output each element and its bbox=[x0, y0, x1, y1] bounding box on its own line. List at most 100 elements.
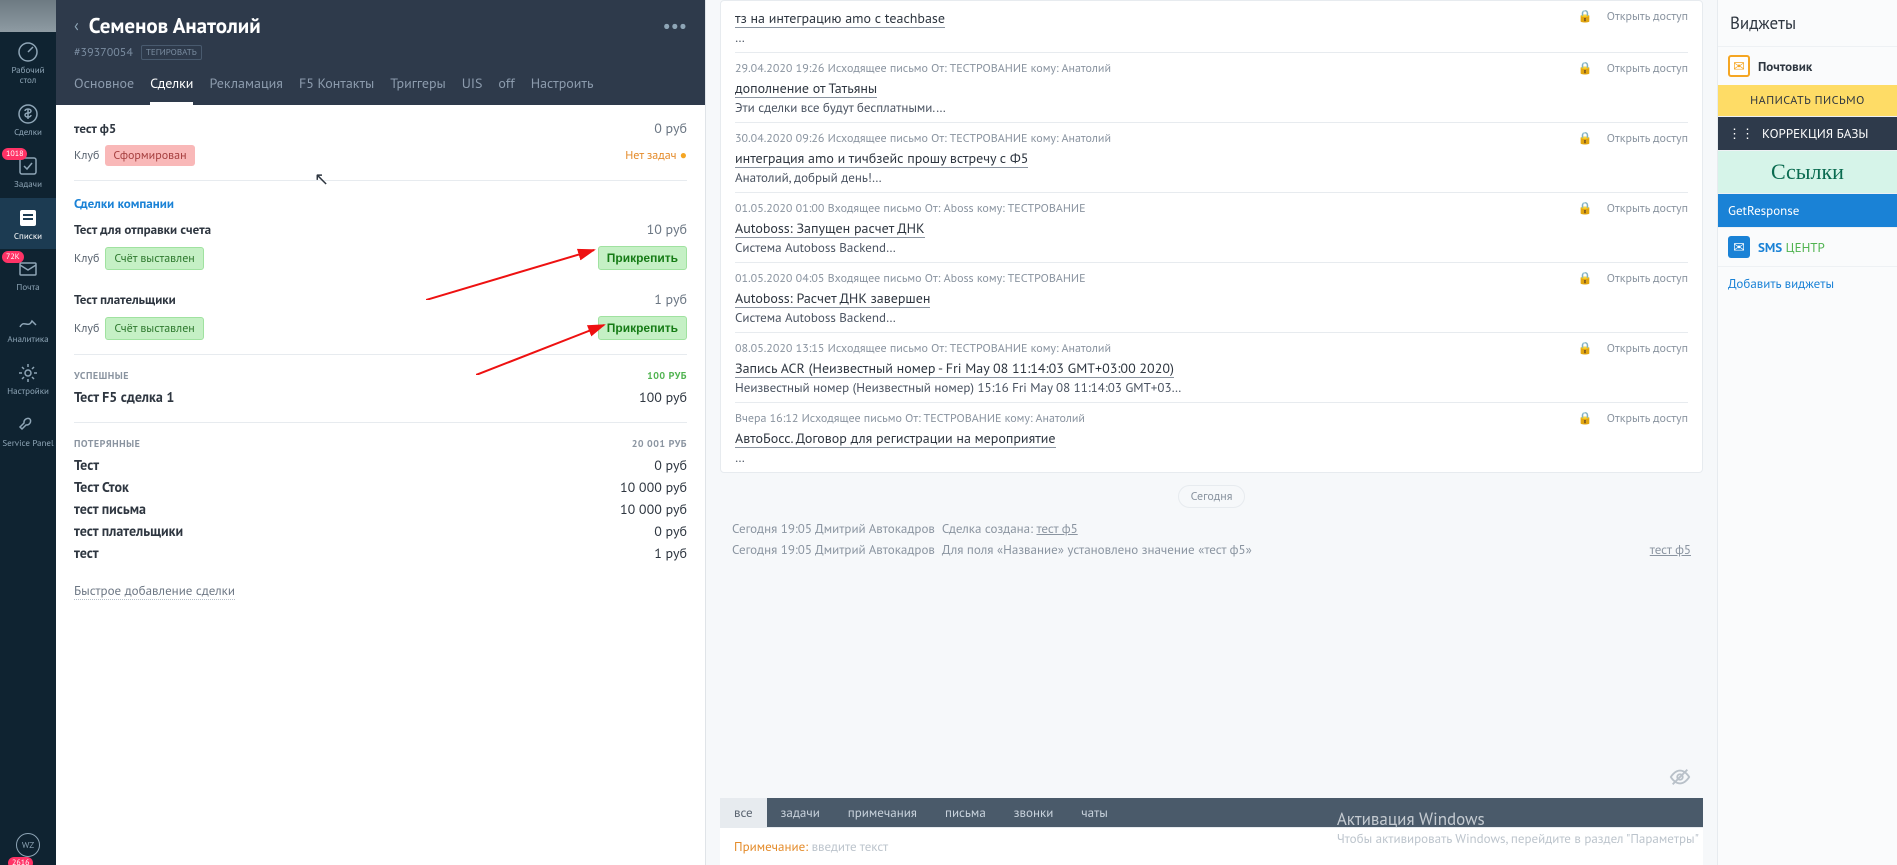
feed-body: … bbox=[735, 449, 1564, 466]
nav-wz[interactable]: 2616 WZ bbox=[0, 825, 56, 865]
feed-item[interactable]: тз на интеграцию amo с teachbase … 🔒 Отк… bbox=[735, 1, 1688, 52]
write-letter-button[interactable]: НАПИСАТЬ ПИСЬМО bbox=[1718, 85, 1897, 116]
deal-name[interactable]: Тест F5 сделка 1 bbox=[74, 388, 174, 406]
nav-label: Сделки bbox=[14, 128, 42, 138]
feed-item[interactable]: 01.05.2020 01:00 Входящее письмо От: Abo… bbox=[735, 192, 1688, 262]
feed-body: Анатолий, добрый день!… bbox=[735, 169, 1564, 186]
notes-tab-all[interactable]: все bbox=[720, 798, 767, 827]
company-deal-amount: 10 руб bbox=[647, 220, 687, 238]
tab-triggers[interactable]: Триггеры bbox=[390, 74, 445, 105]
feed-subject[interactable]: Autoboss: Запущен расчет ДНК bbox=[735, 219, 925, 238]
tag-button[interactable]: ТЕГИРОВАТЬ bbox=[141, 45, 202, 60]
tab-main[interactable]: Основное bbox=[74, 74, 134, 105]
tab-uis[interactable]: UIS bbox=[462, 74, 483, 105]
log-row: Сегодня 19:05 Дмитрий Автокадров Сделка … bbox=[706, 518, 1717, 539]
feed-meta: 08.05.2020 13:15 Исходящее письмо От: ТЕ… bbox=[735, 341, 1564, 356]
open-access[interactable]: Открыть доступ bbox=[1607, 61, 1688, 116]
feed-subject[interactable]: Autoboss: Расчет ДНК завершен bbox=[735, 289, 930, 308]
deal-name[interactable]: тест bbox=[74, 544, 99, 562]
widget-links[interactable]: Ссылки bbox=[1718, 150, 1897, 193]
nav-desktop[interactable]: Рабочий стол bbox=[0, 32, 56, 94]
deal-name[interactable]: Тест bbox=[74, 456, 99, 474]
feed-column: тз на интеграцию amo с teachbase … 🔒 Отк… bbox=[705, 0, 1717, 865]
open-access[interactable]: Открыть доступ bbox=[1607, 9, 1688, 46]
avatar[interactable] bbox=[0, 0, 56, 32]
nav-label: Задачи bbox=[14, 180, 42, 190]
widget-getresponse[interactable]: GetResponse bbox=[1718, 193, 1897, 227]
deal-amount: 10 000 руб bbox=[620, 500, 687, 518]
deal-name[interactable]: Тест Сток bbox=[74, 478, 129, 496]
visibility-toggle[interactable] bbox=[706, 766, 1717, 798]
deal-amount: 0 руб bbox=[654, 456, 687, 474]
nav-tasks[interactable]: 1018 Задачи bbox=[0, 146, 56, 198]
attach-button[interactable]: Прикрепить bbox=[598, 246, 687, 270]
add-widget-button[interactable]: Добавить виджеты bbox=[1718, 266, 1897, 300]
tab-deals[interactable]: Сделки bbox=[150, 74, 193, 105]
notes-tab-chats[interactable]: чаты bbox=[1067, 798, 1122, 827]
feed-item[interactable]: 08.05.2020 13:15 Исходящее письмо От: ТЕ… bbox=[735, 332, 1688, 402]
nav-mail[interactable]: 72К Почта bbox=[0, 249, 56, 301]
feed-body: Система Autoboss Backend… bbox=[735, 239, 1564, 256]
widget-mail[interactable]: ✉ Почтовик bbox=[1718, 46, 1897, 85]
deal-name[interactable]: тест письма bbox=[74, 500, 146, 518]
badge: 1018 bbox=[2, 148, 27, 160]
notes-tab-tasks[interactable]: задачи bbox=[767, 798, 834, 827]
lock-icon: 🔒 bbox=[1578, 9, 1593, 46]
nav-analytics[interactable]: Аналитика bbox=[0, 301, 56, 353]
nav-lists[interactable]: Списки bbox=[0, 198, 56, 250]
feed-meta: 01.05.2020 01:00 Входящее письмо От: Abo… bbox=[735, 201, 1564, 216]
lead-body: тест ф5 0 руб Клуб Сформирован Нет задач… bbox=[56, 105, 705, 865]
open-access[interactable]: Открыть доступ bbox=[1607, 271, 1688, 326]
log-row: Сегодня 19:05 Дмитрий Автокадров Для пол… bbox=[706, 539, 1717, 560]
log-link[interactable]: тест ф5 bbox=[1650, 541, 1691, 558]
sms-icon: ✉ bbox=[1728, 236, 1750, 258]
nav-settings[interactable]: Настройки bbox=[0, 353, 56, 405]
notes-tab-notes[interactable]: примечания bbox=[834, 798, 931, 827]
feed-item[interactable]: Вчера 16:12 Исходящее письмо От: ТЕСТРОВ… bbox=[735, 402, 1688, 472]
feed-subject[interactable]: АвтоБосс. Договор для регистрации на мер… bbox=[735, 429, 1056, 448]
main-deal-name[interactable]: тест ф5 bbox=[74, 120, 116, 137]
open-access[interactable]: Открыть доступ bbox=[1607, 201, 1688, 256]
nav-label: Настройки bbox=[7, 387, 49, 397]
lead-header: ‹ Семенов Анатолий ••• #39370054 ТЕГИРОВ… bbox=[56, 0, 705, 105]
open-access[interactable]: Открыть доступ bbox=[1607, 131, 1688, 186]
feed-meta: 29.04.2020 19:26 Исходящее письмо От: ТЕ… bbox=[735, 61, 1564, 76]
tab-reclaim[interactable]: Рекламация bbox=[209, 74, 282, 105]
deal-name[interactable]: тест плательщики bbox=[74, 522, 183, 540]
log-link[interactable]: тест ф5 bbox=[1036, 520, 1077, 537]
open-access[interactable]: Открыть доступ bbox=[1607, 341, 1688, 396]
lock-icon: 🔒 bbox=[1578, 271, 1593, 326]
nav-deals[interactable]: Сделки bbox=[0, 94, 56, 146]
feed-item[interactable]: 01.05.2020 04:05 Входящее письмо От: Abo… bbox=[735, 262, 1688, 332]
attach-button[interactable]: Прикрепить bbox=[598, 316, 687, 340]
company-deal-name[interactable]: Тест для отправки счета bbox=[74, 221, 211, 238]
open-access[interactable]: Открыть доступ bbox=[1607, 411, 1688, 466]
tab-off[interactable]: off bbox=[498, 74, 514, 105]
nav-service-panel[interactable]: Service Panel bbox=[0, 405, 56, 457]
note-input[interactable]: Примечание: введите текст bbox=[720, 827, 1703, 865]
feed-subject[interactable]: дополнение от Татьяны bbox=[735, 79, 877, 98]
more-button[interactable]: ••• bbox=[663, 14, 687, 37]
feed-item[interactable]: 30.04.2020 09:26 Исходящее письмо От: ТЕ… bbox=[735, 122, 1688, 192]
feed-subject[interactable]: Запись ACR (Неизвестный номер - Fri May … bbox=[735, 359, 1174, 378]
nav-label: Аналитика bbox=[7, 335, 48, 345]
club-chip: Клуб bbox=[74, 321, 99, 336]
tab-f5contacts[interactable]: F5 Контакты bbox=[299, 74, 374, 105]
company-deal-name[interactable]: Тест плательщики bbox=[74, 291, 176, 308]
feed-item[interactable]: 29.04.2020 19:26 Исходящее письмо От: ТЕ… bbox=[735, 52, 1688, 122]
widgets-title: Виджеты bbox=[1718, 0, 1897, 46]
feed-subject[interactable]: тз на интеграцию amo с teachbase bbox=[735, 9, 945, 28]
company-deals-header[interactable]: Сделки компании bbox=[74, 195, 687, 212]
tab-configure[interactable]: Настроить bbox=[531, 74, 594, 105]
list-icon bbox=[16, 206, 40, 230]
widget-sms[interactable]: ✉ SMS ЦЕНТР bbox=[1718, 227, 1897, 266]
widget-correction[interactable]: ⋮⋮ КОРРЕКЦИЯ БАЗЫ bbox=[1718, 116, 1897, 150]
widget-label: SMS ЦЕНТР bbox=[1758, 239, 1825, 256]
notes-tab-calls[interactable]: звонки bbox=[1000, 798, 1068, 827]
add-deal-button[interactable]: Быстрое добавление сделки bbox=[74, 582, 235, 600]
feed-subject[interactable]: интеграция amo и тичбзейс прошу встречу … bbox=[735, 149, 1028, 168]
notes-tab-emails[interactable]: письма bbox=[931, 798, 1000, 827]
deal-amount: 100 руб bbox=[639, 388, 687, 406]
back-button[interactable]: ‹ bbox=[74, 16, 89, 36]
lead-name[interactable]: Семенов Анатолий bbox=[89, 12, 663, 39]
